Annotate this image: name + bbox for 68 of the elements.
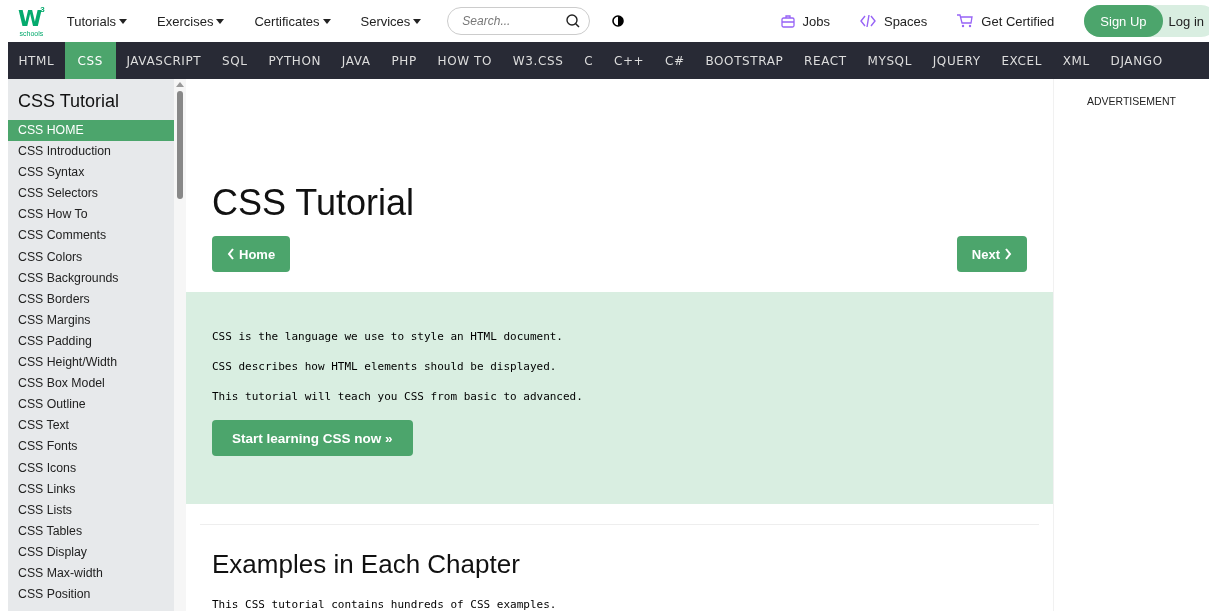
intro-text: CSS describes how HTML elements should be displayed. (212, 360, 558, 373)
nav-tab[interactable]: JAVA (331, 42, 382, 79)
nav-tab[interactable]: XML (1052, 42, 1101, 79)
nav-tab[interactable]: EXCEL (991, 42, 1053, 79)
sidebar-item[interactable]: CSS Selectors (8, 183, 174, 205)
menu-dropdown[interactable]: Tutorials (66, 9, 128, 33)
sidebar-item[interactable]: CSS Fonts (8, 436, 174, 458)
nav-tab[interactable]: W3.CSS (502, 42, 574, 79)
sidebar-item[interactable]: CSS Lists (8, 499, 174, 521)
sidebar-item[interactable]: CSS Borders (8, 288, 174, 310)
sidebar-item[interactable]: CSS Height/Width (8, 352, 174, 374)
sidebar-item[interactable]: CSS Position (8, 584, 174, 606)
nav-tab[interactable]: HTML (8, 42, 65, 79)
briefcase-icon (780, 14, 795, 28)
caret-icon (216, 18, 225, 24)
nav-tab[interactable]: SQL (211, 42, 258, 79)
sidebar-item[interactable]: CSS Text (8, 415, 174, 437)
search-field[interactable]: Search... (447, 7, 591, 35)
caret-icon (413, 18, 422, 24)
sidebar-item[interactable]: CSS Padding (8, 330, 174, 353)
nav-tab[interactable]: HOW TO (427, 42, 503, 79)
cart-link[interactable]: Get Certified (957, 13, 1055, 29)
sidebar-item[interactable]: CSS Box Model (8, 373, 174, 395)
section-text: This CSS tutorial contains hundreds of CSS examples. (212, 598, 558, 611)
jobs-link[interactable]: Jobs (780, 13, 830, 29)
sidebar-item[interactable]: CSS Max-width (8, 562, 174, 585)
nav-tab[interactable]: DJANGO (1100, 42, 1174, 79)
chevron-left-icon (227, 248, 235, 260)
nav-tab[interactable]: PYTHON (258, 42, 332, 79)
caret-icon (119, 18, 128, 24)
sidebar-item[interactable]: CSS Tables (8, 520, 174, 542)
chevron-right-icon (1004, 248, 1012, 260)
sidebar-item[interactable]: CSS Icons (8, 457, 174, 479)
nav-tab[interactable]: C (573, 42, 604, 79)
login-button[interactable]: Log in (1162, 13, 1204, 29)
menu-dropdown[interactable]: Services (360, 9, 422, 33)
sidebar-item[interactable]: CSS Introduction (8, 141, 174, 163)
sidebar-item[interactable]: CSS Backgrounds (8, 267, 174, 289)
caret-icon (322, 18, 331, 24)
sidebar-title: CSS Tutorial (18, 91, 121, 112)
page-title: CSS Tutorial (212, 182, 416, 224)
section-title: Examples in Each Chapter (212, 549, 521, 580)
nav-tab[interactable]: C# (654, 42, 696, 79)
nav-tab[interactable]: C++ (603, 42, 655, 79)
nav-tab[interactable]: MYSQL (857, 42, 923, 79)
sidebar-item[interactable]: CSS How To (8, 204, 174, 226)
nav-tab[interactable]: REACT (793, 42, 858, 79)
intro-text: This tutorial will teach you CSS from basic to advanced. (212, 390, 584, 403)
menu-dropdown[interactable]: Exercises (157, 9, 225, 33)
sidebar-item[interactable]: CSS Display (8, 541, 174, 563)
advertisement-label: ADVERTISEMENT (1086, 95, 1177, 107)
sidebar-item[interactable]: CSS Syntax (8, 162, 174, 184)
sidebar-item[interactable]: CSS Outline (8, 394, 174, 416)
menu-dropdown[interactable]: Certificates (254, 9, 331, 33)
code-icon (859, 14, 876, 28)
contrast-icon[interactable] (612, 15, 625, 27)
search-icon (566, 14, 581, 28)
sidebar-item[interactable]: CSS Margins (8, 309, 174, 331)
intro-text: CSS is the language we use to style an HTML document. (212, 330, 564, 343)
sidebar-item[interactable]: CSS Comments (8, 225, 174, 247)
nav-tab[interactable]: PHP (381, 42, 428, 79)
spaces-link[interactable]: Spaces (859, 13, 928, 29)
nav-tab[interactable]: JAVASCRIPT (116, 42, 212, 79)
sidebar-item[interactable]: CSS Links (8, 478, 174, 500)
nav-tab[interactable]: BOOTSTRAP (695, 42, 794, 79)
nav-tab[interactable]: JQUERY (922, 42, 991, 79)
cart-icon (957, 14, 974, 28)
sidebar-item[interactable]: CSS Colors (8, 246, 174, 268)
